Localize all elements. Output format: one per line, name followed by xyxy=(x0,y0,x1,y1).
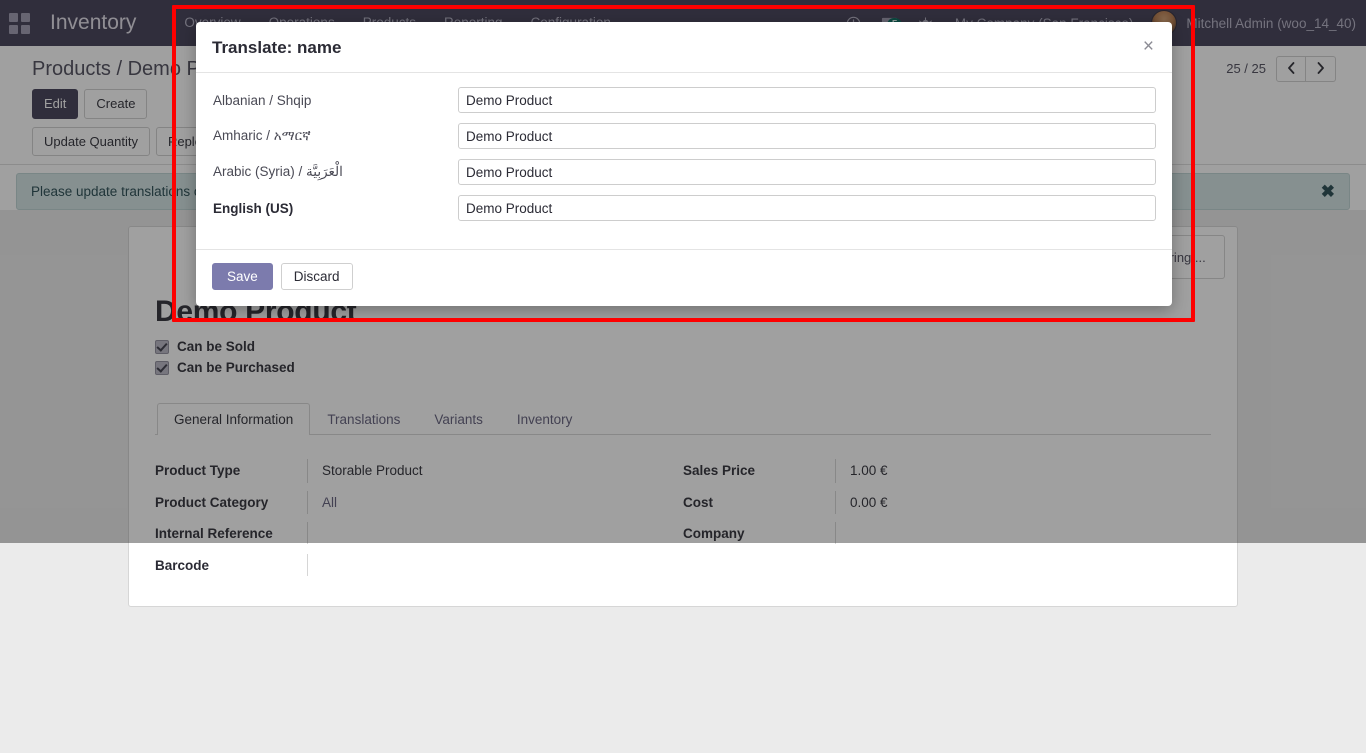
translation-language-label: Amharic / አማርኛ xyxy=(212,128,458,144)
translation-language-label: English (US) xyxy=(212,201,458,216)
close-icon[interactable]: × xyxy=(1143,38,1154,55)
field-label: Barcode xyxy=(155,554,307,578)
translation-input-english-us[interactable] xyxy=(458,195,1156,221)
dialog-body: Albanian / Shqip Amharic / አማርኛ Arabic (… xyxy=(196,73,1172,249)
field-value xyxy=(307,554,659,576)
translation-row-amharic: Amharic / አማርኛ xyxy=(212,123,1156,149)
translation-row-albanian: Albanian / Shqip xyxy=(212,87,1156,113)
translation-input-amharic[interactable] xyxy=(458,123,1156,149)
translation-input-arabic-syria[interactable] xyxy=(458,159,1156,185)
translation-input-albanian[interactable] xyxy=(458,87,1156,113)
dialog-header: Translate: name × xyxy=(196,22,1172,73)
dialog-footer: Save Discard xyxy=(196,249,1172,306)
field-barcode: Barcode xyxy=(155,554,659,578)
save-button[interactable]: Save xyxy=(212,263,273,290)
dialog-title: Translate: name xyxy=(212,38,341,58)
translation-row-english-us: English (US) xyxy=(212,195,1156,221)
translation-row-arabic-syria: Arabic (Syria) / الْعَرَبِيَّة xyxy=(212,159,1156,185)
translation-language-label: Albanian / Shqip xyxy=(212,93,458,108)
discard-button[interactable]: Discard xyxy=(281,263,353,290)
translate-dialog: Translate: name × Albanian / Shqip Amhar… xyxy=(196,22,1172,306)
translation-language-label: Arabic (Syria) / الْعَرَبِيَّة xyxy=(212,164,458,180)
